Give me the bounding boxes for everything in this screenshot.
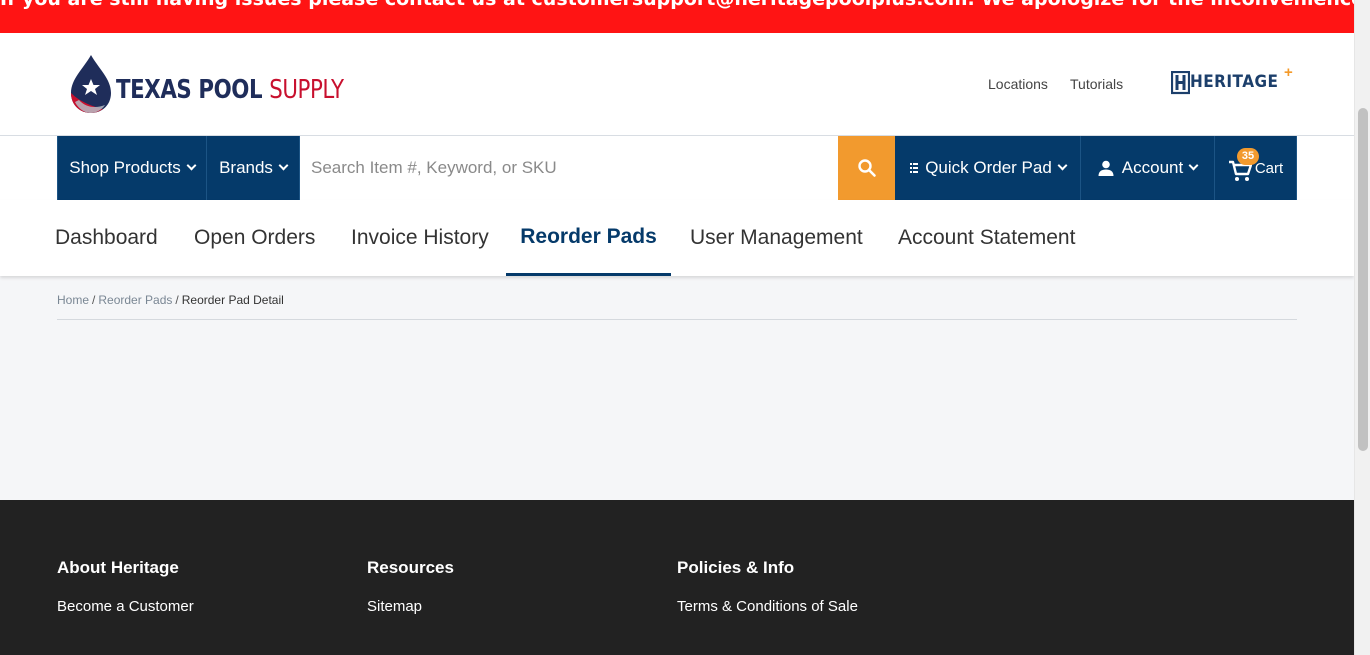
sitemap-link[interactable]: Sitemap (367, 598, 454, 615)
brands-label: Brands (219, 158, 273, 177)
logo-word-supply: SUPPLY (269, 75, 344, 105)
heritage-plus-mark: + (1284, 64, 1293, 81)
tab-reorder-pads[interactable]: Reorder Pads (506, 200, 671, 276)
breadcrumb-separator: / (175, 293, 179, 307)
site-footer: About Heritage Become a Customer Resourc… (0, 500, 1354, 655)
heritage-logo[interactable]: HERITAGE + (1171, 64, 1293, 95)
breadcrumb-current: Reorder Pad Detail (181, 293, 284, 307)
heritage-wordmark: HERITAGE (1190, 72, 1279, 92)
become-a-customer-link[interactable]: Become a Customer (57, 598, 194, 615)
alert-banner: If you are still having issues please co… (0, 0, 1354, 33)
cart-button[interactable]: Cart (1215, 136, 1297, 200)
chevron-down-icon (186, 160, 197, 171)
footer-heading: About Heritage (57, 558, 179, 577)
footer-heading: Policies & Info (677, 558, 795, 577)
main-nav: Shop Products Brands Quick Order Pad (0, 135, 1354, 200)
alert-text: If you are still having issues please co… (0, 0, 1354, 10)
user-icon (1098, 160, 1114, 176)
brands-menu[interactable]: Brands (207, 136, 300, 200)
tab-user-management[interactable]: User Management (690, 200, 863, 276)
account-tabs: Dashboard Open Orders Invoice History Re… (0, 200, 1354, 276)
tab-invoice-history[interactable]: Invoice History (351, 200, 489, 276)
breadcrumb-separator: / (92, 293, 96, 307)
quick-order-pad-label: Quick Order Pad (925, 158, 1052, 177)
search-button[interactable] (838, 136, 895, 200)
footer-column-about: About Heritage Become a Customer (57, 558, 194, 615)
breadcrumb-reorder-pads-link[interactable]: Reorder Pads (98, 293, 172, 307)
scrollbar-thumb[interactable] (1358, 108, 1368, 451)
texas-pool-supply-logo[interactable]: TEXAS POOL SUPPLY (65, 53, 344, 117)
tab-open-orders[interactable]: Open Orders (194, 200, 315, 276)
footer-heading: Resources (367, 558, 454, 577)
footer-column-policies: Policies & Info Terms & Conditions of Sa… (677, 558, 858, 615)
search-input[interactable] (300, 136, 838, 200)
footer-column-resources: Resources Sitemap (367, 558, 454, 615)
terms-and-conditions-link[interactable]: Terms & Conditions of Sale (677, 598, 858, 615)
list-icon (910, 163, 919, 173)
shop-products-menu[interactable]: Shop Products (57, 136, 207, 200)
breadcrumb-home-link[interactable]: Home (57, 293, 89, 307)
tutorials-link[interactable]: Tutorials (1070, 76, 1123, 92)
shop-products-label: Shop Products (69, 158, 181, 177)
chevron-down-icon (1188, 160, 1199, 171)
main-nav-bar: Shop Products Brands Quick Order Pad (57, 136, 1297, 200)
heritage-h-icon (1171, 71, 1190, 95)
pool-drop-logo-icon (71, 55, 111, 113)
site-header: TEXAS POOL SUPPLY Locations Tutorials HE… (0, 33, 1354, 135)
account-menu[interactable]: Account (1081, 136, 1215, 200)
page-scrollbar[interactable] (1354, 0, 1370, 655)
cart-label: Cart (1254, 159, 1284, 177)
cart-count-badge: 35 (1237, 148, 1259, 165)
chevron-down-icon (1057, 160, 1068, 171)
quick-order-pad-menu[interactable]: Quick Order Pad (895, 136, 1081, 200)
logo-wordmark: TEXAS POOL SUPPLY (116, 75, 344, 105)
tab-account-statement[interactable]: Account Statement (898, 200, 1075, 276)
search-icon (857, 159, 876, 177)
chevron-down-icon (278, 160, 289, 171)
breadcrumb: Home / Reorder Pads / Reorder Pad Detail (57, 293, 284, 307)
content-divider (57, 319, 1297, 320)
tab-dashboard[interactable]: Dashboard (55, 200, 158, 276)
logo-word-texas-pool: TEXAS POOL (116, 75, 263, 105)
account-label: Account (1121, 158, 1184, 177)
locations-link[interactable]: Locations (988, 76, 1048, 92)
